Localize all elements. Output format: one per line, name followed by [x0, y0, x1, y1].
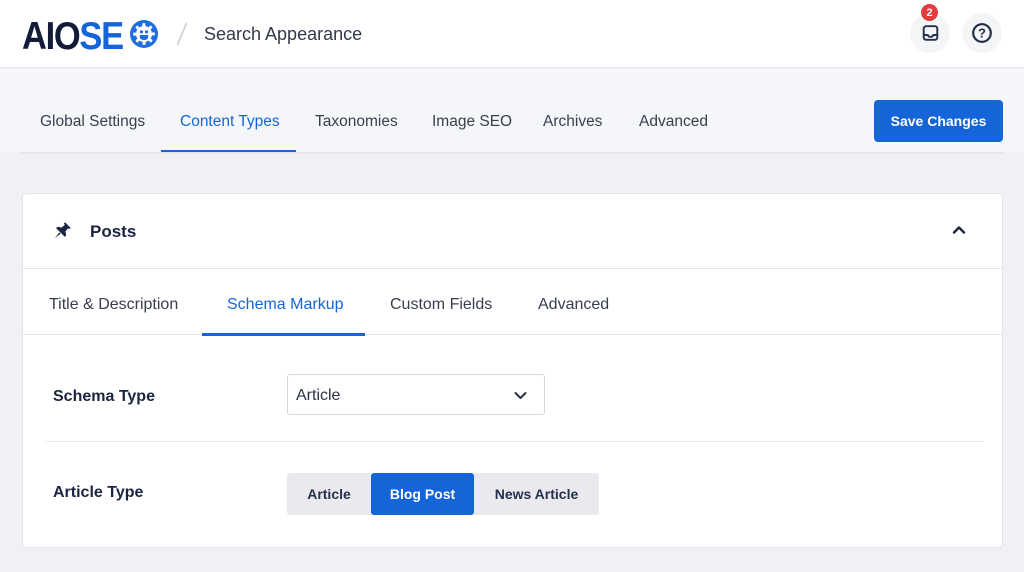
svg-text:?: ?	[978, 26, 986, 41]
